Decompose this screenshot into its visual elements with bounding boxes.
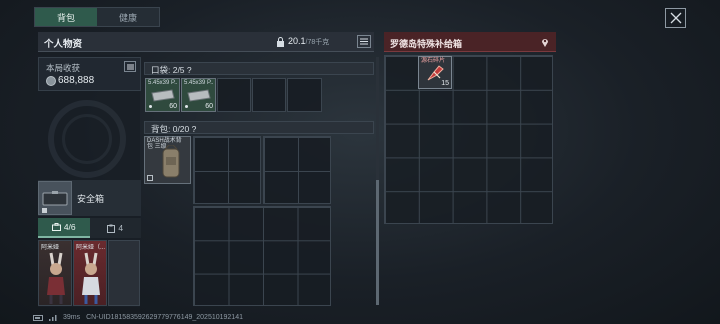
item-name: 5.45x39 P..	[148, 80, 178, 86]
safe-case-icon	[42, 191, 68, 213]
tab-tasks[interactable]: 4	[90, 218, 142, 238]
clipboard-icon	[107, 224, 116, 233]
tag-icon	[147, 175, 153, 181]
task-count: 4	[118, 223, 124, 233]
signal-icon	[49, 314, 57, 321]
personal-header: 个人物资 20.1/78千克	[38, 32, 374, 52]
pocket-slot-empty[interactable]	[287, 78, 322, 112]
equip-count: 4/6	[63, 222, 76, 232]
pocket-slot-empty[interactable]	[252, 78, 286, 112]
ammo-box-icon	[187, 89, 211, 102]
scrollbar-thumb[interactable]	[376, 180, 379, 305]
top-tabs: 背包 健康	[34, 7, 160, 27]
character-card[interactable]: 阿米娅	[38, 240, 72, 306]
battery-icon	[33, 314, 43, 321]
list-icon	[360, 38, 368, 45]
tab-backpack[interactable]: 背包	[35, 8, 97, 26]
item-count: 15	[441, 80, 449, 87]
backpack-label: 背包: 0/20 ?	[151, 124, 197, 134]
character-name: 阿米娅	[41, 245, 60, 251]
supply-box-title: 罗德岛特殊补给箱	[390, 39, 463, 49]
status-footer: 39ms CN-UID181583592629779776149_2025101…	[33, 314, 243, 321]
weight-icon	[277, 37, 284, 47]
sort-menu-button[interactable]	[357, 35, 371, 48]
ping-value: 39ms	[63, 314, 81, 321]
backpack-equipped-item[interactable]: DASH战术背包 三级	[144, 136, 191, 184]
tab-health[interactable]: 健康	[97, 8, 159, 26]
close-icon	[670, 12, 681, 24]
pocket-label: 口袋: 2/5 ?	[151, 65, 192, 75]
income-menu-button[interactable]	[124, 61, 136, 72]
backpack-grid-block[interactable]	[263, 136, 331, 204]
list-icon	[126, 64, 134, 69]
item-count: 60	[205, 103, 213, 110]
pocket-header: 口袋: 2/5 ?	[144, 62, 374, 75]
character-card[interactable]: 阿米娅（...	[73, 240, 107, 306]
supply-box-grid[interactable]	[384, 55, 553, 224]
location-pin-icon[interactable]	[541, 37, 549, 47]
pocket-item-ammo[interactable]: 5.45x39 P.. 60	[181, 78, 216, 112]
marker-dot	[149, 105, 152, 108]
pocket-item-ammo[interactable]: 5.45x39 P.. 60	[145, 78, 180, 112]
safe-box-label: 安全箱	[77, 194, 105, 204]
pocket-slot-empty[interactable]	[217, 78, 251, 112]
weight-value: 20.1/78千克	[288, 36, 330, 46]
marker-dot	[185, 105, 188, 108]
income-label: 本局收获	[46, 63, 81, 73]
tab-equipment[interactable]: 4/6	[38, 218, 90, 238]
backpack-grid-block[interactable]	[193, 136, 261, 204]
ammo-box-icon	[151, 89, 175, 102]
backpack-grid-block[interactable]	[193, 206, 331, 306]
character-portrait-icon	[82, 252, 100, 304]
income-panel: 本局收获 688,888	[38, 57, 141, 91]
supply-item-originium[interactable]: 源石碎片 15	[418, 56, 452, 89]
supply-box-header: 罗德岛特殊补给箱	[384, 32, 556, 52]
uid-text: CN-UID181583592629779776149_20251019214​…	[86, 314, 243, 321]
emblem-watermark-inner	[62, 114, 112, 164]
briefcase-icon	[51, 223, 61, 231]
close-button[interactable]	[665, 8, 686, 28]
income-value: 688,888	[58, 75, 95, 86]
character-slot-empty[interactable]	[108, 240, 140, 306]
backpack-header: 背包: 0/20 ?	[144, 121, 374, 134]
coin-icon	[46, 76, 56, 86]
character-portrait-icon	[47, 252, 65, 304]
item-name: 5.45x39 P..	[184, 80, 214, 86]
equip-tabs: 4/6 4	[38, 218, 141, 238]
personal-title: 个人物资	[44, 39, 83, 50]
item-count: 60	[169, 103, 177, 110]
character-name: 阿米娅（...	[76, 245, 106, 251]
backpack-icon	[162, 145, 180, 178]
safe-box-slot[interactable]	[38, 181, 72, 215]
